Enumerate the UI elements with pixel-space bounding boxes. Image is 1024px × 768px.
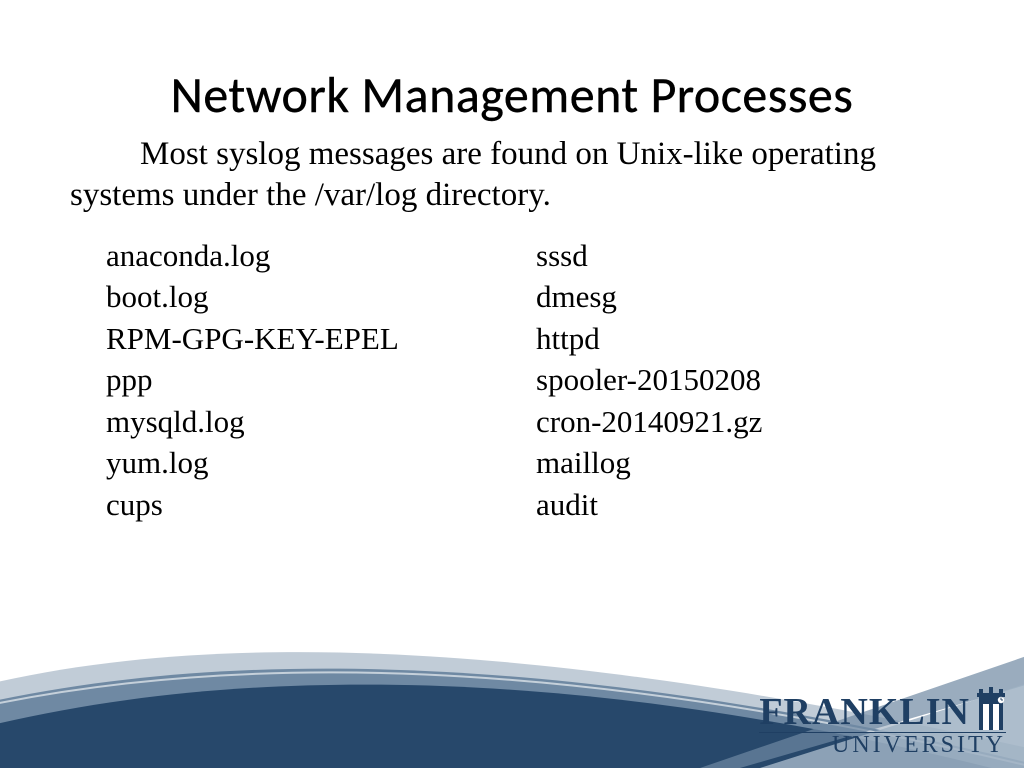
list-item: cups xyxy=(106,484,536,526)
list-item: spooler-20150208 xyxy=(536,359,762,401)
list-item: yum.log xyxy=(106,442,536,484)
tower-icon xyxy=(976,686,1006,730)
list-item: mysqld.log xyxy=(106,401,536,443)
slide: Network Management Processes Most syslog… xyxy=(0,0,1024,768)
list-item: maillog xyxy=(536,442,762,484)
list-item: RPM-GPG-KEY-EPEL xyxy=(106,318,536,360)
logo-line2: UNIVERSITY xyxy=(759,732,1006,756)
franklin-logo: FRANKLIN UNIVERSITY xyxy=(759,686,1006,756)
list-item: anaconda.log xyxy=(106,235,536,277)
list-item: sssd xyxy=(536,235,762,277)
list-item: boot.log xyxy=(106,276,536,318)
slide-body: Most syslog messages are found on Unix-l… xyxy=(70,134,954,217)
slide-title: Network Management Processes xyxy=(70,65,954,126)
list-item: cron-20140921.gz xyxy=(536,401,762,443)
list-item: httpd xyxy=(536,318,762,360)
logo-line1: FRANKLIN xyxy=(759,695,970,730)
log-list-right: sssd dmesg httpd spooler-20150208 cron-2… xyxy=(536,235,762,526)
log-list-left: anaconda.log boot.log RPM-GPG-KEY-EPEL p… xyxy=(106,235,536,526)
list-item: audit xyxy=(536,484,762,526)
list-item: dmesg xyxy=(536,276,762,318)
list-item: ppp xyxy=(106,359,536,401)
log-list: anaconda.log boot.log RPM-GPG-KEY-EPEL p… xyxy=(70,235,954,526)
